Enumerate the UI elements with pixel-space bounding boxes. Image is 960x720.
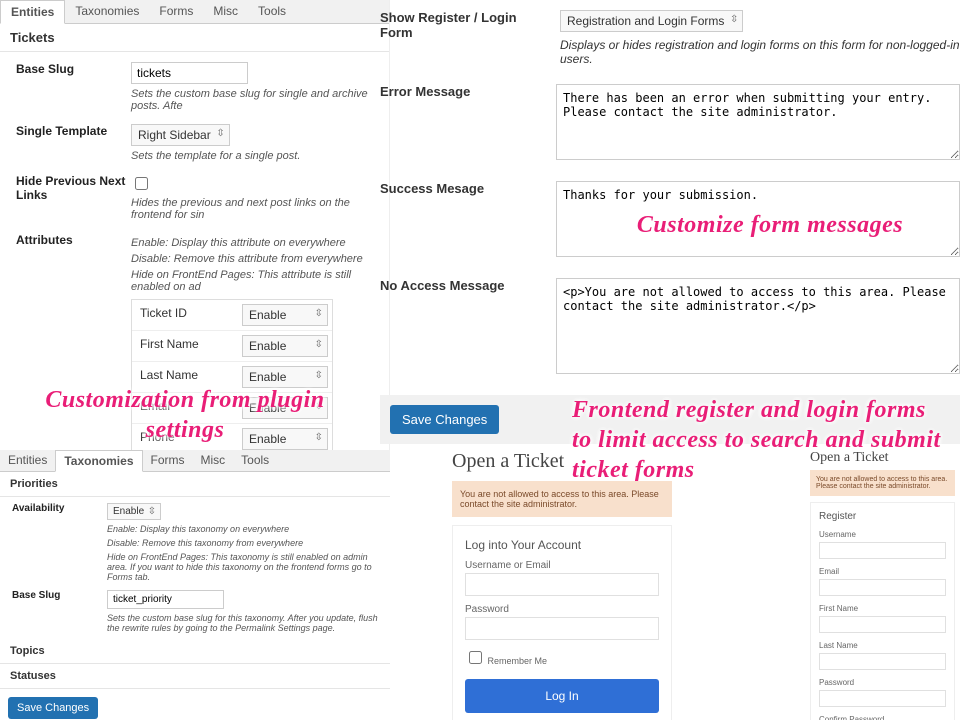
tax-base-slug-input[interactable] — [107, 590, 224, 609]
label-attributes: Attributes — [16, 233, 131, 247]
reg-field-input[interactable] — [819, 653, 946, 670]
reg-field-label: Username — [819, 530, 946, 539]
hint-hide-links: Hides the previous and next post links o… — [131, 197, 373, 221]
reg-warn: You are not allowed to access to this ar… — [810, 470, 955, 496]
tab-entities[interactable]: Entities — [0, 0, 65, 24]
hint-base-slug: Sets the custom base slug for single and… — [131, 88, 373, 112]
label-show-register: Show Register / Login Form — [380, 10, 540, 66]
reg-field-input[interactable] — [819, 579, 946, 596]
callout-left: Customization from plugin settings — [35, 385, 335, 445]
reg-field-input[interactable] — [819, 616, 946, 633]
login-user-input[interactable] — [465, 573, 659, 596]
reg-field-input[interactable] — [819, 690, 946, 707]
label-tax-base-slug: Base Slug — [12, 590, 107, 633]
attribute-select[interactable]: Enable — [242, 304, 328, 326]
login-warn: You are not allowed to access to this ar… — [452, 481, 672, 517]
tax-slug-hint: Sets the custom base slug for this taxon… — [107, 613, 378, 633]
tab2-taxonomies[interactable]: Taxonomies — [55, 450, 142, 472]
error-message-textarea[interactable]: There has been an error when submitting … — [556, 84, 960, 160]
save-changes-button-forms[interactable]: Save Changes — [390, 405, 499, 434]
show-register-select[interactable]: Registration and Login Forms — [560, 10, 743, 32]
reg-heading: Register — [819, 511, 946, 522]
hint-single-template: Sets the template for a single post. — [131, 150, 373, 162]
avail-hint-1: Disable: Remove this taxonomy from every… — [107, 538, 378, 548]
section-title-tickets: Tickets — [0, 24, 389, 52]
section-title-statuses[interactable]: Statuses — [0, 664, 390, 689]
hide-links-checkbox[interactable] — [135, 177, 148, 190]
attr-hint-2: Hide on FrontEnd Pages: This attribute i… — [131, 269, 373, 293]
login-submit-button[interactable]: Log In — [465, 679, 659, 713]
avail-hint-0: Enable: Display this taxonomy on everywh… — [107, 524, 378, 534]
availability-select[interactable]: Enable — [107, 503, 161, 520]
label-base-slug: Base Slug — [16, 62, 131, 112]
login-user-label: Username or Email — [465, 560, 659, 571]
label-error-message: Error Message — [380, 84, 536, 163]
reg-field-label: First Name — [819, 604, 946, 613]
tab-misc[interactable]: Misc — [203, 0, 248, 23]
reg-field-label: Email — [819, 567, 946, 576]
tab-tools[interactable]: Tools — [248, 0, 296, 23]
tab-taxonomies[interactable]: Taxonomies — [65, 0, 149, 23]
tab2-forms[interactable]: Forms — [143, 450, 193, 471]
remember-me-label: Remember Me — [488, 656, 548, 666]
login-pass-label: Password — [465, 604, 659, 615]
login-heading: Log into Your Account — [465, 538, 659, 552]
base-slug-input[interactable] — [131, 62, 248, 84]
section-title-priorities: Priorities — [0, 472, 390, 497]
no-access-textarea[interactable]: <p>You are not allowed to access to this… — [556, 278, 960, 374]
reg-field-input[interactable] — [819, 542, 946, 559]
login-ticket-title: Open a Ticket — [452, 450, 672, 473]
tab2-tools[interactable]: Tools — [233, 450, 277, 471]
single-template-select[interactable]: Right Sidebar — [131, 124, 230, 146]
attr-hint-0: Enable: Display this attribute on everyw… — [131, 237, 373, 249]
label-success-message: Success Mesage — [380, 181, 536, 260]
reg-field-label: Last Name — [819, 641, 946, 650]
reg-ticket-title: Open a Ticket — [810, 450, 955, 466]
label-availability: Availability — [12, 503, 107, 514]
attribute-name: Ticket ID — [132, 300, 238, 330]
avail-hint-2: Hide on FrontEnd Pages: This taxonomy is… — [107, 552, 378, 582]
top-tabs-1: Entities Taxonomies Forms Misc Tools — [0, 0, 389, 24]
attribute-row: First NameEnable — [132, 331, 332, 362]
tab-forms[interactable]: Forms — [149, 0, 203, 23]
remember-me-checkbox[interactable] — [469, 651, 482, 664]
attribute-name: First Name — [132, 331, 238, 361]
section-title-topics[interactable]: Topics — [0, 639, 390, 664]
reg-field-label: Password — [819, 678, 946, 687]
help-show-register: Displays or hides registration and login… — [560, 38, 960, 66]
label-single-template: Single Template — [16, 124, 131, 162]
attribute-row: Ticket IDEnable — [132, 300, 332, 331]
save-changes-button-tax[interactable]: Save Changes — [8, 697, 98, 719]
callout-topright: Customize form messages — [580, 210, 960, 240]
attr-hint-1: Disable: Remove this attribute from ever… — [131, 253, 373, 265]
label-no-access-message: No Access Message — [380, 278, 536, 377]
attribute-select[interactable]: Enable — [242, 335, 328, 357]
tab2-misc[interactable]: Misc — [193, 450, 234, 471]
top-tabs-2: Entities Taxonomies Forms Misc Tools — [0, 450, 390, 472]
tab2-entities[interactable]: Entities — [0, 450, 55, 471]
label-hide-links: Hide Previous Next Links — [16, 174, 131, 221]
login-pass-input[interactable] — [465, 617, 659, 640]
reg-field-label: Confirm Password — [819, 715, 946, 720]
